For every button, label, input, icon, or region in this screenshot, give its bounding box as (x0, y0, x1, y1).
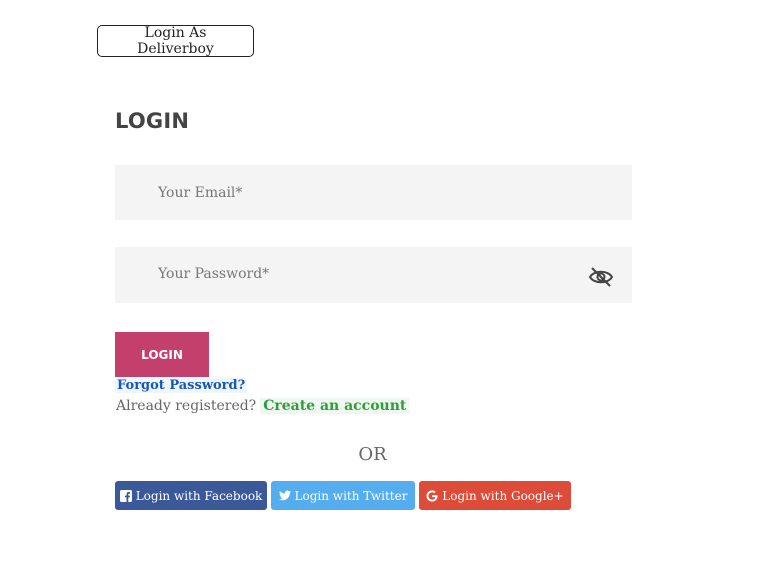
email-field[interactable] (115, 165, 632, 220)
facebook-login-label: Login with Facebook (135, 488, 263, 503)
login-as-deliverboy-button[interactable]: Login As Deliverboy (97, 25, 254, 57)
google-login-label: Login with Google+ (442, 488, 564, 503)
signup-prompt: Already registered? Create an account (116, 398, 410, 414)
facebook-login-button[interactable]: Login with Facebook (115, 481, 267, 510)
twitter-icon (278, 490, 291, 502)
forgot-password-link[interactable]: Forgot Password? (115, 378, 248, 393)
login-submit-button[interactable]: LOGIN (115, 332, 209, 377)
twitter-login-label: Login with Twitter (294, 488, 408, 503)
google-login-button[interactable]: Login with Google+ (419, 481, 571, 510)
create-account-link[interactable]: Create an account (260, 398, 410, 414)
social-login-buttons: Login with Facebook Login with Twitter L… (115, 481, 571, 510)
already-registered-text: Already registered? (116, 398, 257, 414)
or-divider: OR (358, 444, 387, 465)
google-icon (426, 489, 438, 502)
login-heading: LOGIN (115, 109, 190, 133)
password-field-wrapper (115, 247, 632, 303)
email-field-wrapper (115, 165, 632, 220)
facebook-icon (119, 489, 132, 502)
login-page: Login As Deliverboy LOGIN LOGIN Forgot P… (0, 0, 777, 569)
twitter-login-button[interactable]: Login with Twitter (271, 481, 415, 510)
password-field[interactable] (115, 247, 632, 303)
eye-slash-icon[interactable] (588, 266, 614, 288)
